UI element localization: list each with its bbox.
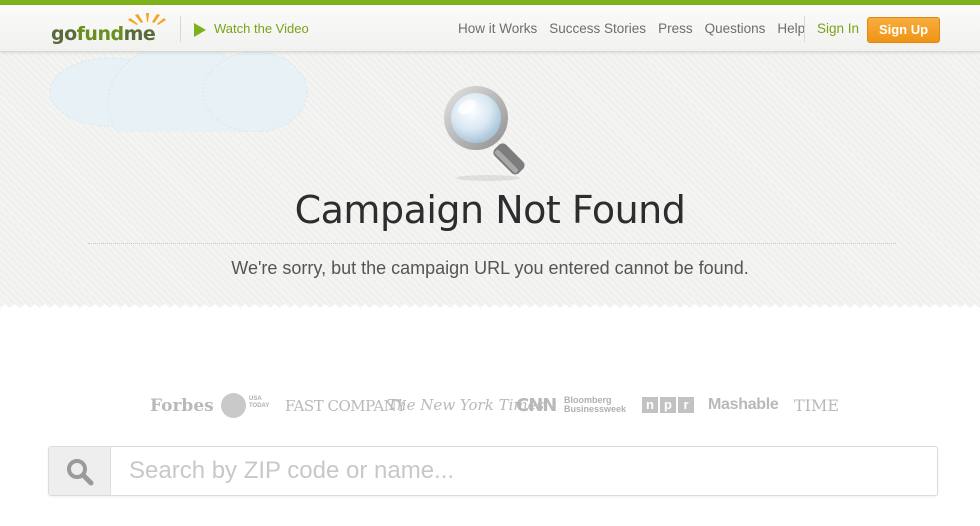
- nav-press[interactable]: Press: [658, 21, 693, 36]
- usa-today-logo-icon: [221, 393, 246, 418]
- npr-logo: npr: [642, 397, 694, 413]
- error-message: We're sorry, but the campaign URL you en…: [231, 258, 749, 278]
- nav-how-it-works[interactable]: How it Works: [458, 21, 537, 36]
- search-icon: [67, 459, 94, 486]
- cloud-decoration: [49, 52, 308, 132]
- press-logos: Forbes USA TODAY FAST COMPANY The New Yor…: [150, 393, 840, 419]
- search-input[interactable]: [111, 447, 937, 495]
- bloomberg-businessweek-logo: Bloomberg Businessweek: [564, 395, 627, 414]
- forbes-logo: Forbes: [150, 396, 214, 416]
- not-found-hero: Campaign Not Found We're sorry, but the …: [0, 52, 980, 312]
- gofundme-logo[interactable]: gofundme: [51, 13, 167, 47]
- search-button[interactable]: [49, 447, 111, 495]
- play-icon[interactable]: [194, 23, 206, 37]
- logo-wordmark: gofundme: [51, 23, 156, 45]
- main-nav: How it Works Success Stories Press Quest…: [458, 21, 817, 36]
- campaign-search-bar: [48, 446, 938, 496]
- title-divider: [88, 243, 896, 244]
- sign-up-button[interactable]: Sign Up: [867, 17, 940, 43]
- nav-questions[interactable]: Questions: [705, 21, 766, 36]
- usa-today-logo: USA TODAY: [249, 396, 270, 409]
- mashable-logo: Mashable: [708, 396, 779, 413]
- time-logo: TIME: [794, 396, 840, 415]
- hero-scalloped-edge: [0, 304, 980, 316]
- site-header: gofundme Watch the Video How it Works Su…: [0, 5, 980, 52]
- sign-in-link[interactable]: Sign In: [817, 21, 859, 36]
- page-title: Campaign Not Found: [294, 188, 686, 232]
- nav-divider: [804, 16, 805, 42]
- cnn-logo: CNN: [516, 395, 557, 416]
- nav-help[interactable]: Help: [777, 21, 805, 36]
- header-divider: [180, 16, 181, 42]
- watch-video-link[interactable]: Watch the Video: [214, 21, 309, 36]
- magnifier-icon: [444, 86, 525, 181]
- nav-success-stories[interactable]: Success Stories: [549, 21, 646, 36]
